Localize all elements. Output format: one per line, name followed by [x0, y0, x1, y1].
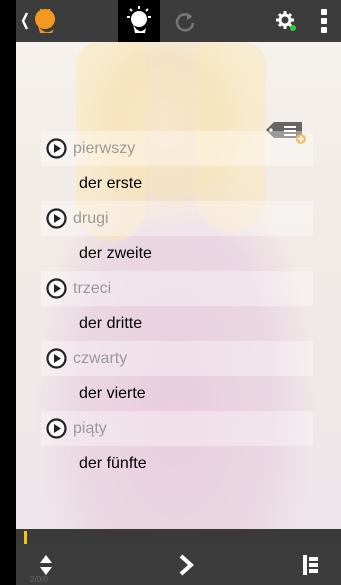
word-list-panel: pierwszy der erste drugi der zweite trze…	[16, 42, 341, 529]
list-item[interactable]: drugi	[41, 201, 313, 236]
play-audio-icon[interactable]	[46, 348, 67, 369]
next-chevron-icon	[179, 554, 194, 576]
next-button[interactable]	[171, 545, 201, 585]
target-word: der erste	[79, 174, 143, 192]
play-audio-icon[interactable]	[46, 208, 67, 229]
list-item: der dritte	[41, 306, 313, 341]
word-pairs-list: pierwszy der erste drugi der zweite trze…	[41, 131, 313, 481]
list-item: der vierte	[41, 376, 313, 411]
more-options-button[interactable]	[312, 0, 336, 42]
list-item[interactable]: trzeci	[41, 271, 313, 306]
app-screen: pierwszy der erste drugi der zweite trze…	[16, 0, 341, 585]
top-toolbar	[16, 0, 341, 42]
refresh-button[interactable]	[166, 0, 204, 42]
source-word: czwarty	[73, 349, 128, 367]
target-word: der dritte	[79, 314, 143, 332]
target-word: der fünfte	[79, 454, 147, 472]
list-item: der erste	[41, 166, 313, 201]
lightbulb-head-active-icon	[127, 6, 151, 33]
list-item[interactable]: piąty	[41, 411, 313, 446]
back-chevron-icon	[21, 9, 55, 33]
source-word: trzeci	[73, 279, 112, 297]
progress-bar	[16, 529, 341, 545]
target-word: der zweite	[79, 244, 152, 262]
list-icon	[303, 555, 318, 575]
list-item[interactable]: czwarty	[41, 341, 313, 376]
progress-fill	[24, 531, 27, 544]
list-view-button[interactable]	[296, 545, 326, 585]
source-word: drugi	[73, 209, 109, 227]
counter-label: 2/0/0	[30, 575, 48, 584]
source-word: piąty	[73, 419, 107, 437]
back-button[interactable]	[16, 0, 76, 42]
list-item[interactable]: pierwszy	[41, 131, 313, 166]
play-audio-icon[interactable]	[46, 138, 67, 159]
more-vertical-icon	[321, 9, 327, 33]
play-audio-icon[interactable]	[46, 418, 67, 439]
source-word: pierwszy	[73, 139, 136, 157]
bottom-toolbar	[16, 545, 341, 585]
learn-mode-button[interactable]	[118, 0, 160, 42]
settings-button[interactable]	[271, 0, 301, 42]
refresh-icon	[175, 13, 195, 32]
gear-icon	[276, 11, 296, 31]
list-item: der fünfte	[41, 446, 313, 481]
target-word: der vierte	[79, 384, 146, 402]
play-audio-icon[interactable]	[46, 278, 67, 299]
sort-arrows-icon	[40, 555, 52, 575]
list-item: der zweite	[41, 236, 313, 271]
